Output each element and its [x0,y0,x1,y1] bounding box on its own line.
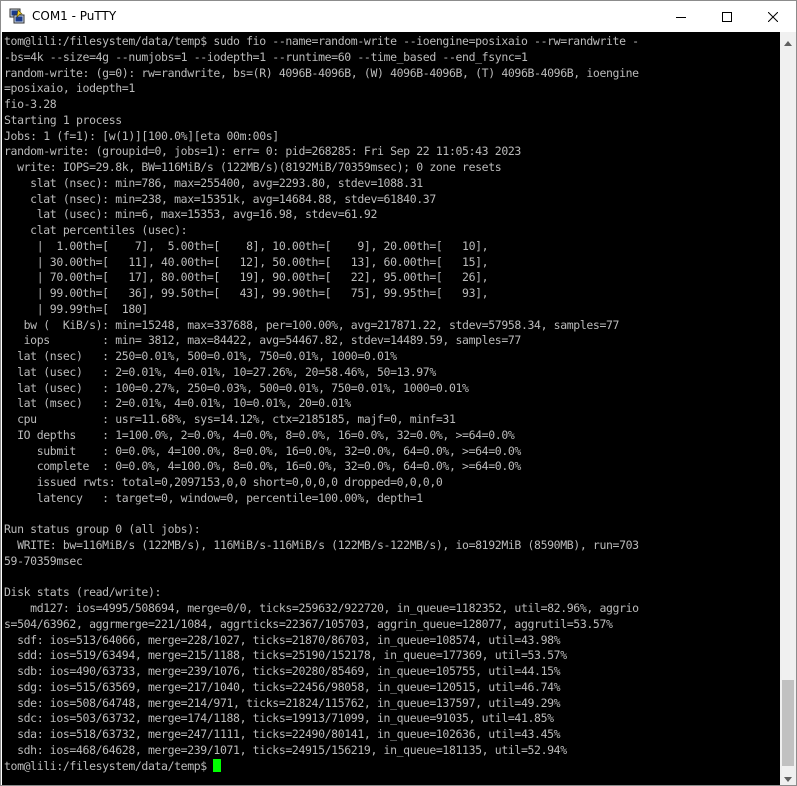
terminal-line: sdg: ios=515/63569, merge=217/1040, tick… [4,679,561,694]
putty-window: COM1 - PuTTY tom@lili:/filesystem/data/t… [0,0,797,786]
vertical-scrollbar[interactable] [780,32,796,785]
terminal-line: WRITE: bw=116MiB/s (122MB/s), 116MiB/s-1… [4,538,639,552]
terminal-line: | 30.00th=[ 11], 40.00th=[ 12], 50.00th=… [4,254,489,269]
terminal-line: =posixaio, iodepth=1 [4,81,135,96]
close-icon [768,11,778,22]
title-bar[interactable]: COM1 - PuTTY [1,1,796,32]
terminal-line: fio-3.28 [4,97,57,111]
arrow-up-icon [784,31,792,50]
terminal-line: lat (usec) : 100=0.27%, 250=0.03%, 500=0… [4,380,469,395]
terminal-line: sdb: ios=490/63733, merge=239/1076, tick… [4,664,561,678]
terminal-line: random-write: (groupid=0, jobs=1): err= … [4,144,521,159]
terminal-line: | 99.00th=[ 36], 99.50th=[ 43], 99.90th=… [4,286,489,300]
terminal-line: Jobs: 1 (f=1): [w(1)][100.0%][eta 00m:00… [4,128,279,143]
scroll-up-button[interactable] [780,32,796,49]
terminal-line: sde: ios=508/64748, merge=214/971, ticks… [4,695,561,710]
terminal-line: submit : 0=0.0%, 4=100.0%, 8=0.0%, 16=0.… [4,443,522,458]
terminal-line: latency : target=0, window=0, percentile… [4,490,423,505]
scroll-down-button[interactable] [780,768,796,785]
terminal-line: cpu : usr=11.68%, sys=14.12%, ctx=218518… [4,412,456,426]
terminal-line: md127: ios=4995/508694, merge=0/0, ticks… [4,601,639,615]
terminal-prompt-line: tom@lili:/filesystem/data/temp$ [4,758,639,775]
minimize-icon [676,12,686,22]
terminal-line: sdh: ios=468/64628, merge=239/1071, tick… [4,742,567,757]
terminal-line: 59-70359msec [4,553,83,568]
terminal-line: lat (usec): min=6, max=15353, avg=16.98,… [4,207,378,222]
terminal-line: slat (nsec): min=786, max=255400, avg=22… [4,175,423,190]
terminal-line: bw ( KiB/s): min=15248, max=337688, per=… [4,317,620,332]
terminal-cursor [212,758,221,772]
terminal-line: clat percentiles (usec): [4,223,188,237]
maximize-button[interactable] [704,1,750,32]
terminal-line: tom@lili:/filesystem/data/temp$ sudo fio… [4,34,639,48]
maximize-icon [722,11,732,22]
terminal-line: write: IOPS=29.8k, BW=116MiB/s (122MB/s)… [4,160,502,174]
terminal-area[interactable]: tom@lili:/filesystem/data/temp$ sudo fio… [2,32,780,785]
terminal-line: Disk stats (read/write): [4,585,162,600]
terminal-line: | 99.99th=[ 180] [4,301,149,316]
terminal-line: random-write: (g=0): rw=randwrite, bs=(R… [4,65,639,80]
terminal-line: sda: ios=518/63732, merge=247/1111, tick… [4,727,561,741]
terminal-line: lat (nsec) : 250=0.01%, 500=0.01%, 750=0… [4,349,397,363]
terminal-line: Run status group 0 (all jobs): [4,522,201,537]
terminal-line: iops : min= 3812, max=84422, avg=54467.8… [4,333,522,348]
terminal-line: clat (nsec): min=238, max=15351k, avg=14… [4,191,436,206]
terminal-line: Starting 1 process [4,112,122,127]
terminal-output: tom@lili:/filesystem/data/temp$ sudo fio… [4,34,639,774]
arrow-down-icon [784,767,792,786]
terminal-prompt: tom@lili:/filesystem/data/temp$ [4,758,207,773]
terminal-line: lat (usec) : 2=0.01%, 4=0.01%, 10=27.26%… [4,364,436,379]
terminal-line: IO depths : 1=100.0%, 2=0.0%, 4=0.0%, 8=… [4,427,515,442]
scroll-thumb[interactable] [782,680,794,766]
terminal-line: -bs=4k --size=4g --numjobs=1 --iodepth=1… [4,49,528,64]
terminal-line: lat (msec) : 2=0.01%, 4=0.01%, 10=0.01%,… [4,396,351,411]
close-button[interactable] [750,1,796,32]
window-title: COM1 - PuTTY [32,9,117,23]
terminal-line: s=504/63962, aggrmerge=221/1084, aggrtic… [4,616,613,631]
terminal-line: | 1.00th=[ 7], 5.00th=[ 8], 10.00th=[ 9]… [4,238,489,253]
terminal-line: sdc: ios=503/63732, merge=174/1188, tick… [4,711,554,726]
minimize-button[interactable] [658,1,704,32]
terminal-line: issued rwts: total=0,2097153,0,0 short=0… [4,475,443,489]
terminal-line: complete : 0=0.0%, 4=100.0%, 8=0.0%, 16=… [4,459,522,474]
putty-icon[interactable] [9,8,25,24]
terminal-line: sdf: ios=513/64066, merge=228/1027, tick… [4,632,561,647]
terminal-line: sdd: ios=519/63494, merge=215/1188, tick… [4,648,567,663]
terminal-line: | 70.00th=[ 17], 80.00th=[ 19], 90.00th=… [4,270,489,285]
